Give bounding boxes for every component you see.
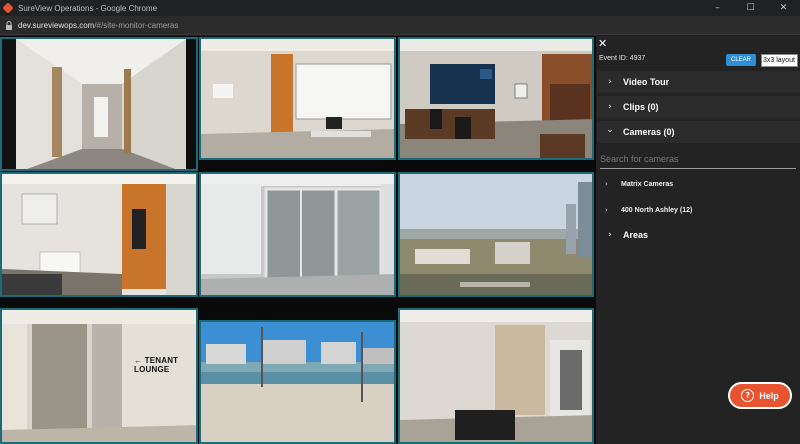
- window-title: SureView Operations - Google Chrome: [18, 3, 158, 13]
- camera-tile-5[interactable]: [199, 172, 396, 297]
- glass-doors-scene: [201, 174, 394, 295]
- tenant-lounge-scene: [2, 310, 196, 442]
- chevron-right-icon: ›: [608, 230, 612, 240]
- section-clips-label: Clips (0): [623, 102, 659, 112]
- section-cameras-label: Cameras (0): [623, 127, 675, 137]
- help-label: Help: [759, 390, 779, 401]
- camera-group-matrix[interactable]: › Matrix Cameras: [597, 177, 800, 191]
- camera-tile-1[interactable]: [0, 37, 198, 171]
- address-bar[interactable]: dev.sureviewops.com/#/site-monitor-camer…: [0, 16, 800, 35]
- section-clips[interactable]: › Clips (0): [597, 96, 800, 118]
- browser-titlebar: SureView Operations - Google Chrome – ☐ …: [0, 0, 800, 16]
- section-cameras[interactable]: ⌄ Cameras (0): [597, 121, 800, 143]
- office-whiteboard-scene: [201, 39, 394, 158]
- question-icon: ?: [741, 389, 755, 402]
- minimize-button[interactable]: –: [701, 0, 734, 16]
- camera-group-400-north-ashley[interactable]: › 400 North Ashley (12): [597, 203, 800, 217]
- url-text[interactable]: dev.sureviewops.com/#/site-monitor-camer…: [18, 21, 178, 30]
- camera-grid: ← TENANT LOUNGE: [0, 36, 596, 444]
- layout-select[interactable]: 3x3 layout: [761, 54, 798, 67]
- room-with-printer-scene: [2, 174, 196, 295]
- camera-group-matrix-label: Matrix Cameras: [621, 180, 674, 188]
- lock-icon[interactable]: [4, 20, 14, 30]
- section-areas[interactable]: › Areas: [597, 224, 800, 246]
- camera-tile-7[interactable]: ← TENANT LOUNGE: [0, 308, 198, 444]
- camera-tile-8[interactable]: [199, 320, 396, 444]
- sureview-favicon-icon: [2, 2, 14, 14]
- chevron-right-icon: ›: [608, 77, 612, 87]
- section-video-tour[interactable]: › Video Tour: [597, 71, 800, 93]
- chevron-down-icon: ⌄: [606, 125, 614, 135]
- tenant-lounge-sign: ← TENANT LOUNGE: [134, 356, 179, 374]
- camera-search-wrapper: [600, 149, 796, 169]
- camera-tile-9[interactable]: [398, 308, 594, 444]
- section-video-tour-label: Video Tour: [623, 77, 670, 87]
- section-areas-label: Areas: [623, 230, 649, 240]
- chevron-right-icon: ›: [608, 102, 612, 112]
- camera-tile-6[interactable]: [398, 172, 594, 297]
- event-id-label: Event ID: 4937: [599, 55, 646, 62]
- clear-button[interactable]: CLEAR: [726, 54, 756, 66]
- hallway-scene: [2, 39, 196, 169]
- office-desks-scene: [400, 39, 592, 158]
- camera-tile-2[interactable]: [199, 37, 396, 160]
- camera-tile-3[interactable]: [398, 37, 594, 160]
- chevron-right-icon: ›: [605, 206, 608, 214]
- city-aerial-scene: [400, 174, 592, 295]
- camera-search-input[interactable]: [600, 149, 796, 169]
- window-controls: – ☐ ✕: [701, 0, 800, 16]
- maximize-button[interactable]: ☐: [734, 0, 767, 16]
- url-path: /#/site-monitor-cameras: [94, 20, 179, 30]
- camera-tile-4[interactable]: [0, 172, 198, 297]
- help-button[interactable]: ? Help: [728, 382, 792, 409]
- chevron-right-icon: ›: [605, 180, 608, 188]
- waterfront-scene: [201, 322, 394, 442]
- close-window-button[interactable]: ✕: [767, 0, 800, 16]
- lobby-scene: [400, 310, 592, 442]
- url-host: dev.sureviewops.com: [18, 20, 95, 30]
- close-panel-icon[interactable]: ✕: [598, 38, 607, 49]
- camera-group-400-north-ashley-label: 400 North Ashley (12): [621, 206, 693, 214]
